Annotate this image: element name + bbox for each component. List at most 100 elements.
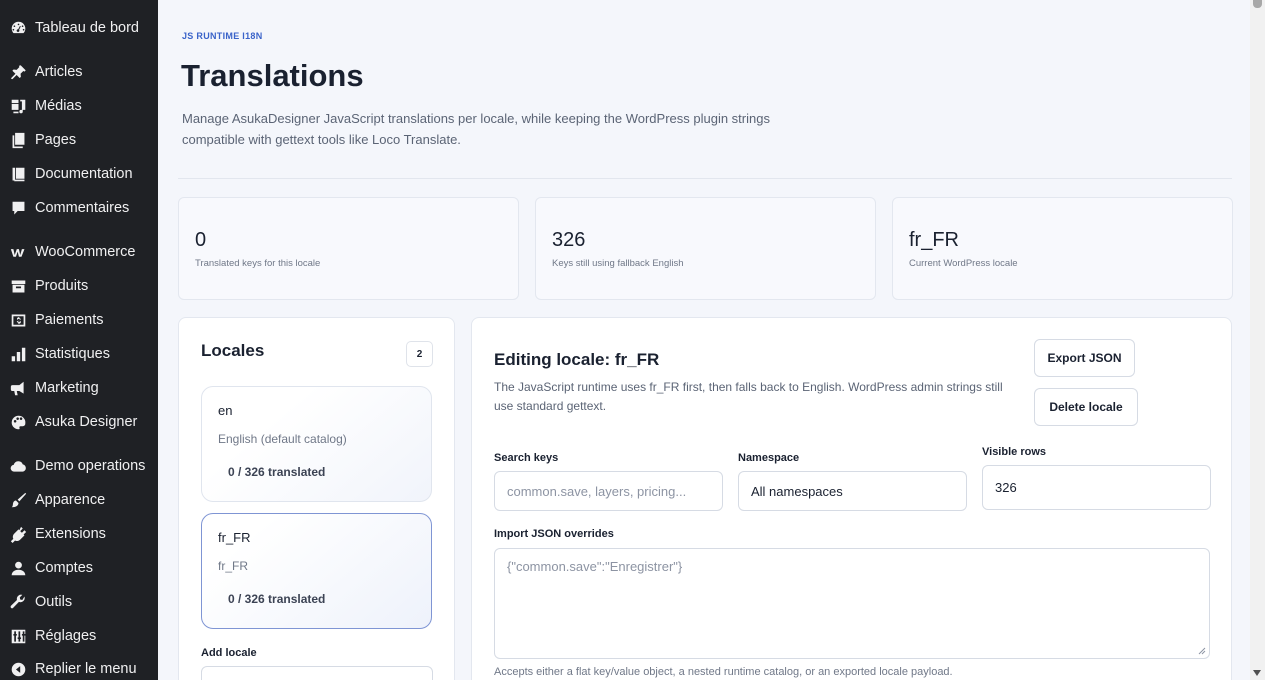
sidebar-item-label: Demo operations [35,458,146,474]
search-keys-input[interactable]: common.save, layers, pricing... [494,471,723,511]
resize-grip-icon[interactable] [1198,647,1206,655]
locale-progress: 0 / 326 translated [228,465,326,479]
admin-sidebar: Tableau de bord Articles Médias Pages Do… [0,0,158,680]
wrench-icon [9,593,27,611]
megaphone-icon [9,379,27,397]
plugin-icon [9,525,27,543]
sidebar-item-label: Tableau de bord [35,20,139,36]
sidebar-item-asuka-designer[interactable]: Asuka Designer [0,407,158,437]
sidebar-item-commentaires[interactable]: Commentaires [0,193,158,223]
sidebar-item-label: Statistiques [35,346,110,362]
sidebar-item-demo-operations[interactable]: Demo operations [0,451,158,481]
woocommerce-icon [9,243,27,261]
stat-card-fallback: 326 Keys still using fallback English [535,197,876,300]
bar-chart-icon [9,345,27,363]
visible-rows-label: Visible rows [982,446,1046,458]
user-icon [9,559,27,577]
collapse-icon [9,660,27,678]
dashboard-icon [9,19,27,37]
editor-panel: Editing locale: fr_FR The JavaScript run… [471,317,1232,680]
stat-caption: Current WordPress locale [909,258,1018,269]
sidebar-item-statistiques[interactable]: Statistiques [0,339,158,369]
header-divider [178,178,1232,179]
locale-code: en [218,403,233,418]
sidebar-item-pages[interactable]: Pages [0,125,158,155]
import-json-placeholder: {"common.save":"Enregistrer"} [507,559,683,574]
export-json-button[interactable]: Export JSON [1034,339,1135,377]
comment-icon [9,199,27,217]
sidebar-item-label: Médias [35,98,82,114]
locales-count-badge: 2 [406,341,433,367]
sidebar-item-marketing[interactable]: Marketing [0,373,158,403]
sidebar-item-label: Marketing [35,380,99,396]
pages-icon [9,131,27,149]
brush-icon [9,491,27,509]
sidebar-item-medias[interactable]: Médias [0,91,158,121]
import-json-textarea[interactable]: {"common.save":"Enregistrer"} [494,548,1210,659]
pin-icon [9,63,27,81]
stat-caption: Keys still using fallback English [552,258,684,269]
sidebar-item-label: Produits [35,278,89,294]
sidebar-item-label: Outils [35,594,73,610]
visible-rows-input[interactable]: 326 [982,465,1211,510]
sidebar-item-woocommerce[interactable]: WooCommerce [0,237,158,267]
sidebar-item-extensions[interactable]: Extensions [0,519,158,549]
sidebar-item-documentation[interactable]: Documentation [0,159,158,189]
sidebar-item-reglages[interactable]: Réglages [0,621,158,651]
locale-card-fr-fr[interactable]: fr_FR fr_FR 0 / 326 translated [201,513,432,629]
sidebar-item-label: Comptes [35,560,94,576]
locale-name: English (default catalog) [218,432,347,446]
search-keys-label: Search keys [494,452,559,464]
sidebar-item-label: Commentaires [35,200,130,216]
locale-card-en[interactable]: en English (default catalog) 0 / 326 tra… [201,386,432,502]
sidebar-item-label: Asuka Designer [35,414,138,430]
namespace-label: Namespace [738,452,800,464]
book-icon [9,165,27,183]
page-scrollbar[interactable] [1250,0,1265,680]
sidebar-item-label: Documentation [35,166,133,182]
namespace-select[interactable]: All namespaces [738,471,967,511]
add-locale-label: Add locale [201,647,257,659]
sidebar-item-label: Pages [35,132,77,148]
sidebar-item-label: Replier le menu [35,661,137,677]
media-icon [9,97,27,115]
sidebar-item-outils[interactable]: Outils [0,587,158,617]
sidebar-item-label: Extensions [35,526,106,542]
cloud-icon [9,457,27,475]
page-eyebrow: JS RUNTIME I18N [182,31,263,41]
archive-icon [9,277,27,295]
sidebar-item-apparence[interactable]: Apparence [0,485,158,515]
sidebar-item-comptes[interactable]: Comptes [0,553,158,583]
import-json-hint: Accepts either a flat key/value object, … [494,666,953,678]
scroll-down-arrow-icon[interactable] [1253,670,1261,676]
sidebar-item-label: WooCommerce [35,244,136,260]
add-locale-input[interactable] [201,666,433,680]
page-description: Manage AsukaDesigner JavaScript translat… [182,111,770,147]
stat-value: fr_FR [909,229,959,251]
stat-value: 326 [552,229,586,251]
palette-icon [9,413,27,431]
sidebar-item-label: Paiements [35,312,104,328]
stat-caption: Translated keys for this locale [195,258,321,269]
locale-progress: 0 / 326 translated [228,592,326,606]
sidebar-item-produits[interactable]: Produits [0,271,158,301]
payment-icon [9,311,27,329]
sidebar-item-dashboard[interactable]: Tableau de bord [0,13,158,43]
stat-card-translated: 0 Translated keys for this locale [178,197,519,300]
sidebar-item-label: Articles [35,64,83,80]
settings-sliders-icon [9,627,27,645]
locale-name: fr_FR [218,559,248,573]
scrollbar-thumb[interactable] [1253,0,1262,8]
page-title: Translations [181,58,364,93]
sidebar-item-paiements[interactable]: Paiements [0,305,158,335]
import-json-label: Import JSON overrides [494,528,614,540]
editor-title: Editing locale: fr_FR [494,350,660,369]
sidebar-collapse-button[interactable]: Replier le menu [0,654,158,680]
delete-locale-button[interactable]: Delete locale [1034,388,1138,426]
sidebar-item-label: Réglages [35,628,97,644]
sidebar-item-articles[interactable]: Articles [0,57,158,87]
sidebar-item-label: Apparence [35,492,106,508]
stat-value: 0 [195,229,207,251]
editor-description: The JavaScript runtime uses fr_FR first,… [494,380,1003,413]
stat-card-current-locale: fr_FR Current WordPress locale [892,197,1233,300]
